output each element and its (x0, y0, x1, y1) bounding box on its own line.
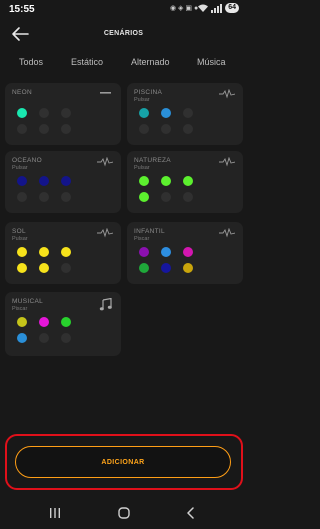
tab-todos[interactable]: Todos (19, 57, 43, 67)
scenario-card-infantil[interactable]: INFANTIL Piscar (127, 222, 243, 284)
pulse-wave-icon (219, 89, 235, 99)
card-subtitle: Pulsar (134, 165, 150, 171)
color-dot (39, 317, 49, 327)
filter-tabs: Todos Estático Alternado Música (0, 50, 247, 74)
color-dot (61, 317, 71, 327)
back-chevron-icon[interactable] (181, 505, 201, 521)
color-dots (139, 108, 193, 134)
color-dot (161, 263, 171, 273)
card-title: OCEANO (12, 157, 42, 164)
color-dot (39, 176, 49, 186)
card-title: PISCINA (134, 89, 163, 96)
color-dot (183, 108, 193, 118)
pulse-wave-icon (219, 157, 235, 167)
color-dot (161, 176, 171, 186)
color-dots (17, 176, 71, 202)
color-dot (39, 247, 49, 257)
color-dot (39, 192, 49, 202)
app-header: CENÁRIOS (0, 20, 247, 48)
page-title: CENÁRIOS (103, 30, 144, 37)
color-dot (61, 192, 71, 202)
color-dot (17, 263, 27, 273)
card-subtitle: Pulsar (12, 236, 28, 242)
card-title: NEON (12, 89, 32, 96)
status-right: 64 (198, 3, 239, 13)
color-dot (17, 333, 27, 343)
color-dot (139, 192, 149, 202)
pulse-wave-icon (97, 157, 113, 167)
battery-icon: 64 (225, 3, 239, 13)
color-dot (39, 124, 49, 134)
color-dot (161, 247, 171, 257)
signal-icon (211, 3, 223, 13)
color-dot (39, 263, 49, 273)
notification-icons: ◉ ◈ ▣ ● (170, 5, 199, 12)
color-dot (161, 108, 171, 118)
tab-estatico[interactable]: Estático (71, 57, 103, 67)
system-nav-bar (0, 497, 247, 529)
color-dot (183, 263, 193, 273)
card-subtitle: Piscar (134, 236, 150, 242)
color-dot (39, 108, 49, 118)
color-dots (17, 317, 71, 343)
color-dot (161, 124, 171, 134)
color-dot (17, 124, 27, 134)
color-dots (17, 108, 71, 134)
wifi-icon (198, 4, 209, 12)
color-dot (139, 247, 149, 257)
add-button[interactable]: ADICIONAR (15, 446, 231, 478)
color-dots (139, 176, 193, 202)
color-dot (17, 176, 27, 186)
color-dot (61, 124, 71, 134)
scenario-card-sol[interactable]: SOL Pulsar (5, 222, 121, 284)
color-dot (17, 192, 27, 202)
card-title: SOL (12, 228, 26, 235)
color-dot (139, 124, 149, 134)
tab-alternado[interactable]: Alternado (131, 57, 170, 67)
color-dot (183, 124, 193, 134)
color-dot (139, 176, 149, 186)
card-title: INFANTIL (134, 228, 165, 235)
card-subtitle: Pulsar (134, 97, 150, 103)
status-time: 15:55 (9, 4, 35, 15)
card-subtitle: Piscar (12, 306, 28, 312)
card-title: NATUREZA (134, 157, 171, 164)
scenario-card-neon[interactable]: NEON (5, 83, 121, 145)
tab-musica[interactable]: Música (197, 57, 226, 67)
color-dot (139, 263, 149, 273)
home-icon[interactable] (114, 505, 134, 521)
color-dot (17, 247, 27, 257)
scenario-card-piscina[interactable]: PISCINA Pulsar (127, 83, 243, 145)
scenario-card-oceano[interactable]: OCEANO Pulsar (5, 151, 121, 213)
recent-apps-icon[interactable] (45, 505, 65, 521)
color-dots (17, 247, 71, 273)
color-dot (61, 247, 71, 257)
color-dot (61, 176, 71, 186)
scenario-card-musical[interactable]: MUSICAL Piscar (5, 292, 121, 356)
pulse-wave-icon (97, 228, 113, 238)
color-dot (61, 263, 71, 273)
card-subtitle: Pulsar (12, 165, 28, 171)
minus-icon (100, 92, 111, 94)
card-title: MUSICAL (12, 298, 43, 305)
color-dot (61, 333, 71, 343)
color-dot (183, 247, 193, 257)
color-dot (183, 176, 193, 186)
color-dot (17, 108, 27, 118)
color-dot (61, 108, 71, 118)
status-bar: 15:55 ◉ ◈ ▣ ● 64 (0, 0, 247, 20)
color-dot (183, 192, 193, 202)
color-dot (139, 108, 149, 118)
color-dots (139, 247, 193, 273)
pulse-wave-icon (219, 228, 235, 238)
color-dot (39, 333, 49, 343)
color-dot (17, 317, 27, 327)
scenario-card-natureza[interactable]: NATUREZA Pulsar (127, 151, 243, 213)
add-scenario-panel: ADICIONAR (5, 434, 243, 490)
music-note-icon (99, 298, 112, 311)
color-dot (161, 192, 171, 202)
